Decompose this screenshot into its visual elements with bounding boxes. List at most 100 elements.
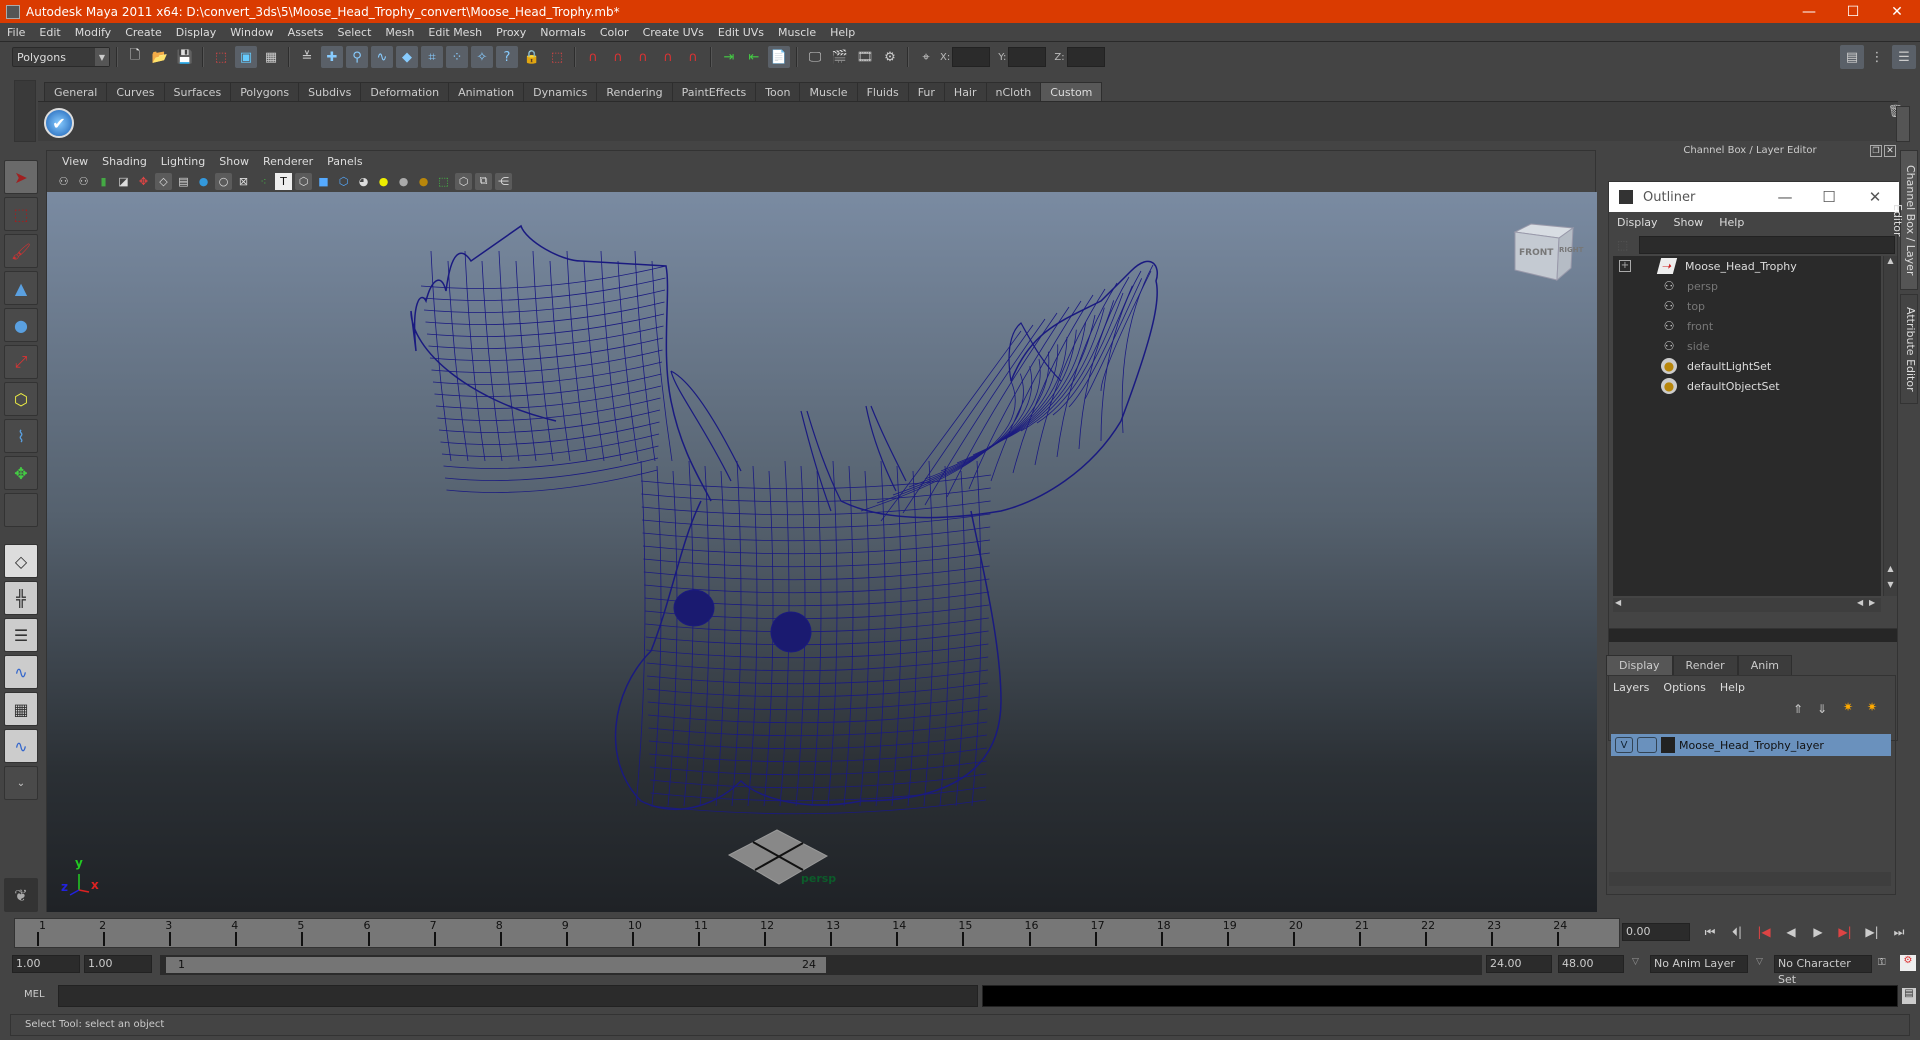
layer-row[interactable]: V Moose_Head_Trophy_layer xyxy=(1611,734,1891,756)
shelf-tab-general[interactable]: General xyxy=(44,82,108,102)
filter-toggle-icon[interactable]: ⬚ xyxy=(1617,238,1628,252)
maximize-button[interactable]: ☐ xyxy=(1830,0,1876,23)
anim-layer-field[interactable]: No Anim Layer xyxy=(1650,955,1748,973)
isolate-select-icon[interactable]: ⬚ xyxy=(435,173,452,190)
layer-tab-anim[interactable]: Anim xyxy=(1737,655,1792,675)
shelf-tab-painteffects[interactable]: PaintEffects xyxy=(671,82,757,102)
scroll-down-icon[interactable]: ▼ xyxy=(1884,580,1897,594)
hypershade-persp-layout-icon[interactable]: ▦ xyxy=(4,692,38,726)
xray-joints-icon[interactable]: ⧉ xyxy=(475,172,492,190)
show-channel-box-icon[interactable]: ☰ xyxy=(1892,45,1916,69)
side-tab-channel-box[interactable]: Channel Box / Layer Editor xyxy=(1891,150,1918,290)
go-to-start-icon[interactable]: ⏮ xyxy=(1700,923,1720,941)
view-cube[interactable]: FRONT RIGHT xyxy=(1509,220,1583,284)
layer-horizontal-scrollbar[interactable] xyxy=(1609,872,1891,886)
character-set-dropdown-icon[interactable]: ▽ xyxy=(1756,957,1763,967)
rotate-tool-icon[interactable]: ● xyxy=(4,308,38,342)
hardware-texturing-icon[interactable]: ● xyxy=(415,173,432,190)
wireframe-on-shaded-icon[interactable]: ⬡ xyxy=(335,173,352,190)
menu-select[interactable]: Select xyxy=(330,26,378,39)
mask-menu-icon[interactable]: ≚ xyxy=(296,46,318,68)
script-editor-icon[interactable]: ▤ xyxy=(1902,988,1916,1004)
float-panel-icon[interactable]: ❐ xyxy=(1870,145,1882,157)
current-time-field[interactable]: 0.00 xyxy=(1622,923,1690,941)
open-scene-icon[interactable]: 📂 xyxy=(149,46,171,68)
close-panel-icon[interactable]: ✕ xyxy=(1884,145,1896,157)
outliner-vertical-scrollbar[interactable]: ▲ ▲ ▼ xyxy=(1883,256,1897,596)
select-joints-icon[interactable]: ⚲ xyxy=(346,46,368,68)
step-forward-key-icon[interactable]: ▶| xyxy=(1835,923,1855,941)
menu-mesh[interactable]: Mesh xyxy=(378,26,421,39)
layout-options-icon[interactable]: ⌄ xyxy=(4,766,38,800)
animation-preferences-icon[interactable]: ⚙ xyxy=(1900,955,1916,971)
last-tool-slot[interactable] xyxy=(4,493,38,527)
layer-color-swatch[interactable] xyxy=(1661,737,1675,753)
move-layer-up-icon[interactable]: ⇑ xyxy=(1793,702,1803,716)
layer-tab-render[interactable]: Render xyxy=(1672,655,1738,675)
viewport-menu-view[interactable]: View xyxy=(55,155,95,168)
menu-file[interactable]: File xyxy=(0,26,32,39)
menu-edit-mesh[interactable]: Edit Mesh xyxy=(421,26,489,39)
perspective-viewport[interactable]: FRONT RIGHT y x z persp xyxy=(47,192,1597,912)
menu-muscle[interactable]: Muscle xyxy=(771,26,823,39)
menu-create[interactable]: Create xyxy=(118,26,169,39)
construction-history-icon[interactable]: 📄 xyxy=(768,46,790,68)
snap-grid-icon[interactable]: ∩ xyxy=(582,46,604,68)
render-current-frame-icon[interactable]: 🎬 xyxy=(829,46,851,68)
outliner-item[interactable]: ⚇ side xyxy=(1613,336,1881,356)
lock-selection-icon[interactable]: 🔒 xyxy=(521,46,543,68)
xray-icon[interactable]: ⬡ xyxy=(455,172,472,190)
shelf-tab-fluids[interactable]: Fluids xyxy=(856,82,909,102)
time-slider[interactable]: 1 2 3 4 5 6 7 8 9 10 11 12 13 14 15 16 17 18 19 20 21 22 23 24 xyxy=(14,918,1620,948)
shelf-tab-polygons[interactable]: Polygons xyxy=(230,82,300,102)
wireframe-icon[interactable]: ⬡ xyxy=(295,172,312,190)
select-object-icon[interactable]: ▣ xyxy=(235,46,257,68)
select-hierarchy-icon[interactable]: ⬚ xyxy=(210,46,232,68)
layer-menu-options[interactable]: Options xyxy=(1663,681,1705,694)
use-all-lights-icon[interactable]: ● xyxy=(375,173,392,190)
outliner-item[interactable]: ⚇ top xyxy=(1613,296,1881,316)
output-connections-icon[interactable]: ⇤ xyxy=(743,46,765,68)
layer-menu-layers[interactable]: Layers xyxy=(1613,681,1649,694)
viewport-menu-show[interactable]: Show xyxy=(212,155,256,168)
select-camera-icon[interactable]: ⚇ xyxy=(55,173,72,190)
menu-color[interactable]: Color xyxy=(593,26,636,39)
shelf-tab-toon[interactable]: Toon xyxy=(755,82,801,102)
outliner-horizontal-scrollbar[interactable]: ◀ ◀ ▶ xyxy=(1613,598,1881,612)
play-forwards-icon[interactable]: ▶ xyxy=(1808,923,1828,941)
grid-toggle-icon[interactable]: ◇ xyxy=(155,172,172,190)
command-language-label[interactable]: MEL xyxy=(24,989,45,1000)
outliner-minimize-button[interactable]: — xyxy=(1763,182,1807,212)
layer-menu-help[interactable]: Help xyxy=(1720,681,1745,694)
snap-point-icon[interactable]: ∩ xyxy=(632,46,654,68)
outliner-maximize-button[interactable]: ☐ xyxy=(1807,182,1851,212)
select-rendering-icon[interactable]: ✧ xyxy=(471,46,493,68)
scroll-left-icon[interactable]: ◀ xyxy=(1615,598,1621,607)
snap-curve-icon[interactable]: ∩ xyxy=(607,46,629,68)
outliner-item[interactable]: ⚇ front xyxy=(1613,316,1881,336)
select-deformations-icon[interactable]: ⌗ xyxy=(421,46,443,68)
checkmark-shelf-button-icon[interactable]: ✔ xyxy=(44,108,74,138)
share-icon[interactable]: ⋲ xyxy=(495,172,512,190)
resolution-gate-icon[interactable]: ● xyxy=(195,173,212,190)
show-tool-settings-icon[interactable]: ⋮ xyxy=(1866,46,1888,68)
shelf-tab-subdivs[interactable]: Subdivs xyxy=(298,82,362,102)
y-field[interactable] xyxy=(1008,47,1047,67)
select-component-icon[interactable]: ▦ xyxy=(260,46,282,68)
safe-action-icon[interactable]: ⁖ xyxy=(255,173,272,190)
outliner-persp-layout-icon[interactable]: ☰ xyxy=(4,618,38,652)
save-scene-icon[interactable]: 💾 xyxy=(174,46,196,68)
end-time-field[interactable]: 48.00 xyxy=(1558,955,1624,973)
play-backwards-icon[interactable]: ◀ xyxy=(1781,923,1801,941)
lasso-tool-icon[interactable]: ⬚ xyxy=(4,197,38,231)
menu-set-selector[interactable]: Polygons ▼ xyxy=(12,47,110,67)
viewport-menu-panels[interactable]: Panels xyxy=(320,155,369,168)
scroll-up-icon[interactable]: ▲ xyxy=(1884,564,1897,578)
select-misc-icon[interactable]: ? xyxy=(496,46,518,68)
menu-display[interactable]: Display xyxy=(169,26,224,39)
input-mode-icon[interactable]: ⌖ xyxy=(915,46,937,68)
ipr-render-icon[interactable]: 🎞 xyxy=(854,46,876,68)
expand-icon[interactable]: + xyxy=(1619,260,1631,272)
new-layer-icon[interactable]: ✷ xyxy=(1843,700,1853,714)
character-set-field[interactable]: No Character Set xyxy=(1774,955,1872,986)
